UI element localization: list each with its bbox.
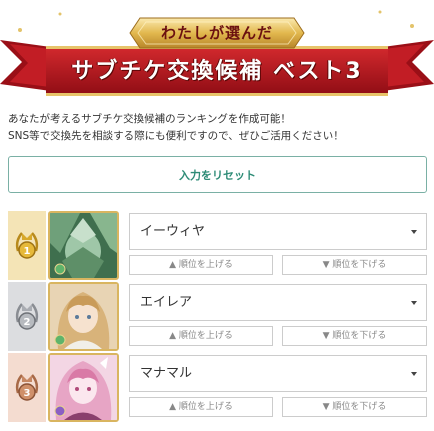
- header-banner: わたしが選んだ サブチケ交換候補 ベスト3: [0, 0, 434, 100]
- chevron-down-icon: [411, 372, 417, 376]
- chevron-down-icon: [411, 230, 417, 234]
- rank-number: 2: [24, 317, 31, 328]
- rank-cell: 2: [8, 282, 46, 351]
- chevron-down-icon: [411, 301, 417, 305]
- description: あなたが考えるサブチケ交換候補のランキングを作成可能！ SNS等で交換先を相談す…: [8, 111, 428, 145]
- move-down-button[interactable]: ▼ 順位を下げる: [282, 255, 427, 275]
- banner-subtitle: わたしが選んだ: [160, 24, 273, 42]
- move-up-button[interactable]: ▲ 順位を上げる: [129, 326, 273, 346]
- character-select-value: マナマル: [140, 366, 193, 381]
- rank-cell: 3: [8, 353, 46, 422]
- description-line-2: SNS等で交換先を相談する際にも便利ですので、ぜひご活用ください！: [8, 130, 344, 142]
- reset-button[interactable]: 入力をリセット: [8, 156, 427, 193]
- move-down-button[interactable]: ▼ 順位を下げる: [282, 397, 427, 417]
- rank-number: 1: [24, 246, 31, 257]
- banner-title: サブチケ交換候補 ベスト3: [71, 59, 363, 84]
- bronze-medal-icon: 3: [15, 373, 39, 401]
- character-portrait: [48, 282, 119, 351]
- ranking-row-1: 1 イーウィヤ ▲ 順位を上げる ▼ 順位を下げる: [8, 211, 427, 280]
- character-portrait: [48, 211, 119, 280]
- character-select[interactable]: イーウィヤ: [129, 213, 427, 250]
- ranking-row-2: 2 エイレア ▲ 順位を上げる ▼ 順位を下げる: [8, 282, 427, 351]
- character-select[interactable]: エイレア: [129, 284, 427, 321]
- move-up-button[interactable]: ▲ 順位を上げる: [129, 255, 273, 275]
- rank-number: 3: [24, 388, 31, 399]
- description-line-1: あなたが考えるサブチケ交換候補のランキングを作成可能！: [8, 113, 291, 125]
- gold-medal-icon: 1: [15, 231, 39, 259]
- ranking-row-3: 3 マナマル ▲ 順位を上げる ▼ 順位を下げる: [8, 353, 427, 422]
- move-down-button[interactable]: ▼ 順位を下げる: [282, 326, 427, 346]
- move-up-button[interactable]: ▲ 順位を上げる: [129, 397, 273, 417]
- character-select-value: イーウィヤ: [140, 224, 206, 239]
- character-portrait: [48, 353, 119, 422]
- silver-medal-icon: 2: [15, 302, 39, 330]
- rank-cell: 1: [8, 211, 46, 280]
- character-select-value: エイレア: [140, 295, 193, 310]
- character-select[interactable]: マナマル: [129, 355, 427, 392]
